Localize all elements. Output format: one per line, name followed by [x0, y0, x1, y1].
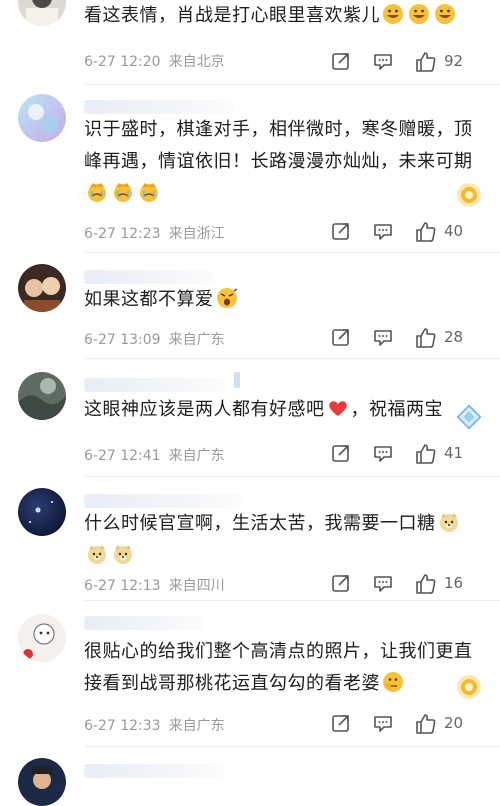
fan-badge-icon: [457, 183, 481, 207]
comment-actions: 40: [330, 220, 500, 244]
crown-cry-emoji: [112, 181, 134, 203]
avatar[interactable]: [18, 614, 66, 662]
share-icon[interactable]: [330, 326, 354, 350]
comment-location: 来自广东: [168, 718, 225, 734]
like-button[interactable]: 20: [414, 712, 484, 736]
comment-time: 6-27 12:33: [84, 718, 161, 734]
comment-time: 6-27 13:09: [84, 332, 161, 348]
red-heart-emoji: [327, 397, 349, 419]
avatar[interactable]: [18, 264, 66, 312]
comment-actions: 28: [330, 326, 500, 350]
comment-actions: 16: [330, 572, 500, 596]
divider: [84, 600, 500, 601]
username-redacted: [84, 270, 214, 284]
like-count: 28: [444, 328, 464, 346]
shocked-emoji: [216, 287, 238, 309]
thinking-emoji: [382, 671, 404, 693]
comment-text: 识于盛时，棋逢对手，相伴微时，寒冬赠暖，顶峰再遇，情谊依旧！长路漫漫亦灿灿，未来…: [84, 114, 484, 210]
avatar[interactable]: [18, 488, 66, 536]
share-icon[interactable]: [330, 442, 354, 466]
like-count: 40: [444, 222, 464, 240]
thumbs-up-icon: [416, 222, 436, 242]
thumbs-up-icon: [416, 328, 436, 348]
username-redacted: [84, 100, 234, 114]
comment-meta: 6-27 12:23 来自浙江: [84, 223, 225, 243]
comment-actions: 92: [330, 50, 500, 74]
comment-text: 很贴心的给我们整个高清点的照片，让我们更直接看到战哥那桃花运直勾勾的看老婆: [84, 641, 473, 694]
comment-time: 6-27 12:20: [84, 54, 161, 70]
comment-actions: 41: [330, 442, 500, 466]
share-icon[interactable]: [330, 712, 354, 736]
like-count: 92: [444, 52, 464, 70]
grin-emoji: [408, 3, 430, 25]
reply-icon[interactable]: [372, 50, 396, 74]
divider: [84, 358, 500, 359]
reply-icon[interactable]: [372, 712, 396, 736]
comment-meta: 6-27 12:33 来自广东: [84, 715, 225, 735]
comment-text: 看这表情，肖战是打心眼里喜欢紫儿: [84, 0, 484, 32]
crown-cry-emoji: [86, 181, 108, 203]
username-redacted: [84, 764, 224, 778]
comment-meta: 6-27 12:41 来自广东: [84, 445, 225, 465]
divider: [84, 84, 500, 85]
comment-meta: 6-27 12:13 来自四川: [84, 575, 225, 595]
comment-feed: 看这表情，肖战是打心眼里喜欢紫儿 6-27 12:20 来自北京 92 识于盛时…: [0, 0, 500, 806]
comment-text: 什么时候官宣啊，生活太苦，我需要一口糖: [84, 508, 484, 572]
comment-text: 如果这都不算爱: [84, 284, 484, 316]
share-icon[interactable]: [330, 50, 354, 74]
comment-actions: 20: [330, 712, 500, 736]
comment-location: 来自广东: [168, 332, 225, 348]
share-icon[interactable]: [330, 572, 354, 596]
share-icon[interactable]: [330, 220, 354, 244]
thumbs-up-icon: [416, 444, 436, 464]
avatar[interactable]: [18, 758, 66, 806]
comment-time: 6-27 12:41: [84, 448, 161, 464]
doge-emoji: [112, 543, 134, 565]
like-count: 41: [444, 444, 464, 462]
comment-meta: 6-27 12:20 来自北京: [84, 51, 225, 71]
fan-badge-icon: [457, 675, 481, 699]
comment-meta: 6-27 13:09 来自广东: [84, 329, 225, 349]
crown-cry-emoji: [138, 181, 160, 203]
thumbs-up-icon: [416, 574, 436, 594]
like-button[interactable]: 40: [414, 220, 484, 244]
doge-emoji: [86, 543, 108, 565]
like-count: 20: [444, 714, 464, 732]
comment-location: 来自浙江: [168, 226, 225, 242]
like-button[interactable]: 41: [414, 442, 484, 466]
avatar[interactable]: [18, 0, 66, 26]
thumbs-up-icon: [416, 52, 436, 72]
username-redacted: [84, 378, 224, 392]
divider: [84, 746, 500, 747]
grin-emoji: [434, 3, 456, 25]
like-button[interactable]: 28: [414, 326, 484, 350]
thumbs-up-icon: [416, 714, 436, 734]
like-button[interactable]: 16: [414, 572, 484, 596]
comment-time: 6-27 12:23: [84, 226, 161, 242]
comment-location: 来自四川: [168, 578, 225, 594]
divider: [84, 252, 500, 253]
comment-location: 来自广东: [168, 448, 225, 464]
divider: [84, 476, 500, 477]
like-button[interactable]: 92: [414, 50, 484, 74]
reply-icon[interactable]: [372, 326, 396, 350]
comment-time: 6-27 12:13: [84, 578, 161, 594]
username-redacted: [84, 616, 204, 630]
grin-emoji: [382, 3, 404, 25]
diamond-badge-icon: [456, 404, 482, 430]
avatar[interactable]: [18, 372, 66, 420]
username-redacted: [84, 494, 244, 508]
doge-emoji: [438, 511, 460, 533]
vip-icon: [234, 372, 240, 388]
reply-icon[interactable]: [372, 442, 396, 466]
reply-icon[interactable]: [372, 220, 396, 244]
comment-location: 来自北京: [168, 54, 225, 70]
avatar[interactable]: [18, 94, 66, 142]
reply-icon[interactable]: [372, 572, 396, 596]
comment-text: 这眼神应该是两人都有好感吧 ，祝福两宝: [84, 397, 443, 420]
like-count: 16: [444, 574, 464, 592]
